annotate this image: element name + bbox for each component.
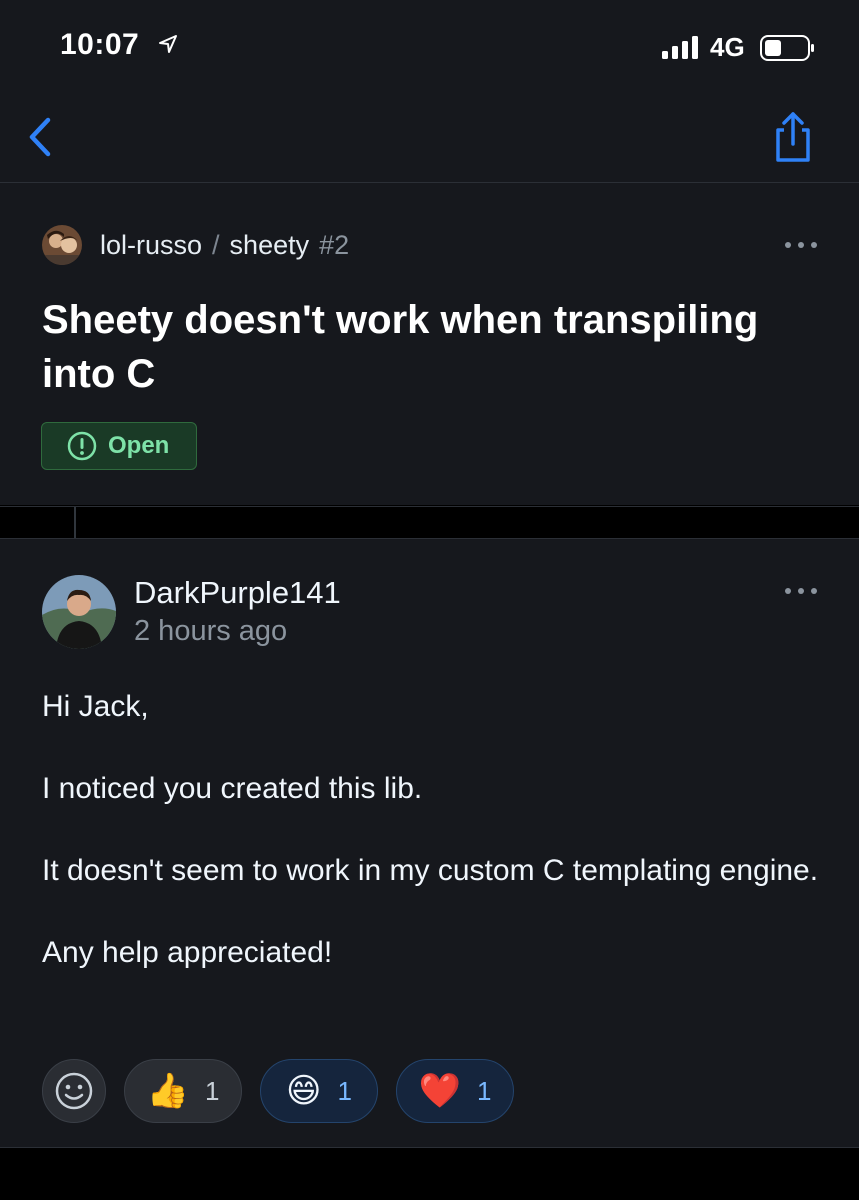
battery-icon — [760, 35, 814, 61]
author-avatar[interactable] — [42, 575, 116, 649]
comment-author[interactable]: DarkPurple141 — [134, 575, 341, 611]
repo-owner[interactable]: lol-russo — [100, 230, 202, 261]
navigation-bar — [0, 92, 859, 183]
reaction-laugh[interactable]: 😄 1 — [260, 1059, 378, 1123]
repo-owner-avatar — [42, 225, 82, 265]
back-chevron-icon[interactable] — [20, 112, 60, 162]
bottom-strip — [0, 1149, 859, 1200]
comment-card: DarkPurple141 2 hours ago Hi Jack, I not… — [0, 538, 859, 1148]
reaction-count: 1 — [204, 1075, 220, 1106]
add-reaction-button[interactable] — [42, 1059, 106, 1123]
location-arrow-icon — [159, 35, 177, 53]
comment-paragraph: It doesn't seem to work in my custom C t… — [42, 854, 819, 887]
issue-number: #2 — [319, 229, 350, 260]
reaction-count: 1 — [337, 1075, 352, 1106]
timeline-line — [74, 507, 76, 539]
timeline-gap — [0, 506, 859, 539]
issue-header: lol-russo / sheety #2 Sheety doesn't wor… — [0, 183, 859, 505]
comment-timestamp: 2 hours ago — [134, 615, 288, 647]
signal-bars-icon — [662, 36, 698, 59]
reaction-count: 1 — [476, 1075, 492, 1106]
share-icon[interactable] — [770, 110, 816, 164]
ellipsis-icon[interactable] — [782, 239, 822, 251]
ellipsis-icon[interactable] — [782, 585, 822, 597]
issue-opened-icon — [67, 431, 97, 461]
laugh-icon: 😄 — [286, 1072, 322, 1110]
status-label: Open — [108, 432, 170, 459]
issue-title: Sheety doesn't work when transpiling int… — [42, 298, 759, 396]
network-type: 4G — [710, 32, 745, 62]
repo-breadcrumb[interactable]: lol-russo / sheety #2 — [42, 225, 349, 265]
reaction-thumbs-up[interactable]: 👍 1 — [124, 1059, 242, 1123]
thumbs-up-icon: 👍 — [146, 1072, 189, 1110]
comment-paragraph: Hi Jack, — [42, 690, 149, 723]
comment-paragraph: I noticed you created this lib. — [42, 772, 423, 805]
breadcrumb-separator: / — [212, 229, 220, 260]
comment-body: Hi Jack, I noticed you created this lib.… — [42, 681, 822, 1009]
status-badge: Open — [41, 422, 197, 470]
reaction-heart[interactable]: ❤️ 1 — [396, 1059, 514, 1123]
status-time: 10:07 — [60, 28, 140, 61]
comment-paragraph: Any help appreciated! — [42, 936, 333, 969]
smiley-icon — [55, 1072, 93, 1110]
reactions-bar: 👍 1 😄 1 ❤️ 1 — [42, 1059, 514, 1123]
heart-icon: ❤️ — [418, 1072, 461, 1110]
status-bar: 10:07 4G — [0, 0, 859, 92]
repo-name[interactable]: sheety — [230, 230, 310, 261]
